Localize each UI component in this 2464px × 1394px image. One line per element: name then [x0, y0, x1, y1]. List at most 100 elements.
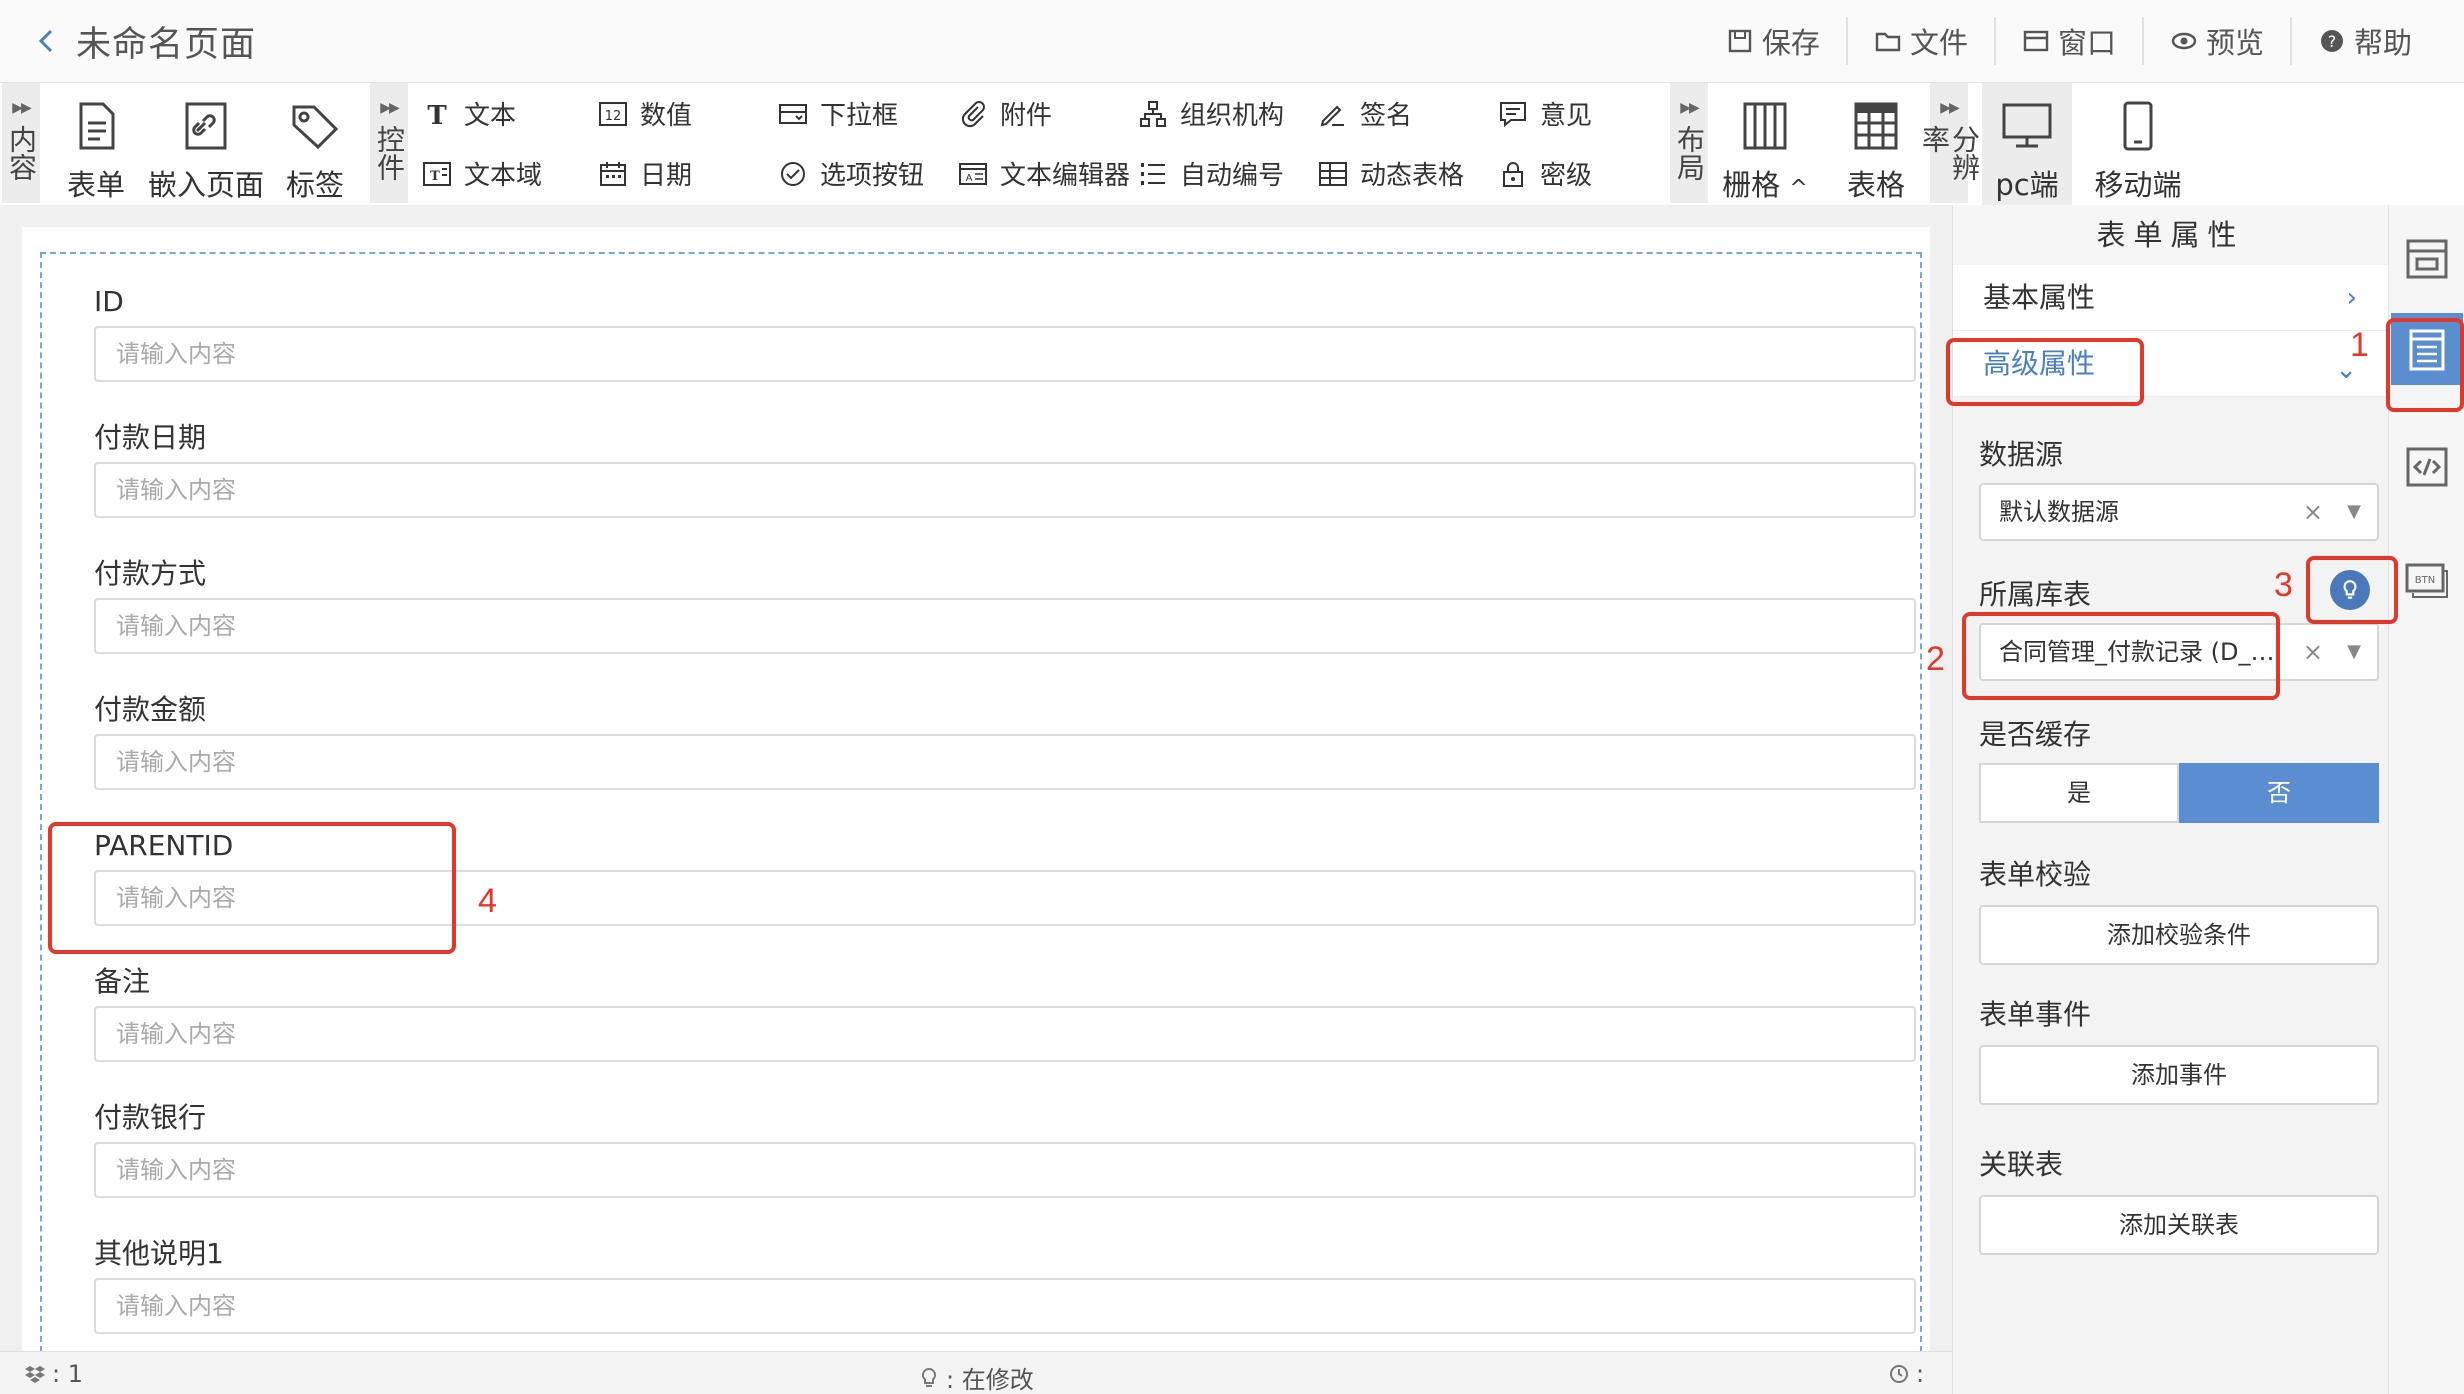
comment-icon	[1500, 101, 1526, 127]
field-label: 付款银行	[94, 1101, 207, 1134]
control-signature[interactable]: 签名	[1318, 95, 1412, 132]
control-dropdown[interactable]: 下拉框	[778, 95, 898, 132]
field-input[interactable]: 请输入内容	[94, 1142, 1916, 1198]
form-field-id[interactable]: ID 请输入内容	[94, 282, 1916, 382]
add-event-button[interactable]: 添加事件	[1979, 1045, 2379, 1105]
window-icon	[2023, 30, 2049, 52]
field-input[interactable]: 请输入内容	[94, 1278, 1916, 1334]
tab-controls[interactable]: ▶▶ 控件	[370, 83, 408, 203]
svg-text:T: T	[430, 169, 440, 184]
tab-layout[interactable]: ▶▶ 布局	[1670, 83, 1708, 203]
control-text-editor[interactable]: A 文本编辑器	[958, 155, 1130, 192]
control-security-level[interactable]: 密级	[1498, 155, 1592, 192]
control-attachment[interactable]: 附件	[958, 95, 1052, 132]
control-dropdown-label: 下拉框	[820, 101, 899, 131]
chevron-up-icon: ^	[1789, 176, 1808, 201]
paperclip-icon	[961, 100, 985, 127]
text-editor-icon: A	[959, 162, 987, 185]
tab-content[interactable]: ▶▶ 内容	[2, 83, 40, 203]
control-auto-number-label: 自动编号	[1180, 161, 1285, 191]
form-field-payment-date[interactable]: 付款日期 请输入内容	[94, 418, 1916, 518]
tool-tag[interactable]: 标签	[280, 83, 350, 205]
field-input[interactable]: 请输入内容	[94, 598, 1916, 654]
control-signature-label: 签名	[1360, 101, 1413, 131]
control-org[interactable]: 组织机构	[1138, 95, 1284, 132]
svg-text:T: T	[427, 101, 447, 129]
form-document-icon	[79, 102, 115, 150]
clear-icon[interactable]: ×	[2303, 485, 2323, 539]
button-component-icon[interactable]: BTN	[2403, 555, 2451, 603]
form-field-payment-amount[interactable]: 付款金额 请输入内容	[94, 690, 1916, 790]
control-date[interactable]: 日期	[598, 155, 692, 192]
file-button[interactable]: 文件	[1848, 11, 1994, 71]
control-text[interactable]: T 文本	[422, 95, 516, 132]
window-label: 窗口	[2057, 26, 2116, 60]
app-root: 未命名页面 保存 文件 窗口 预览 ? 帮助 ▶▶ 内容 表单 嵌入页面 标签 …	[0, 0, 2464, 1394]
code-icon[interactable]	[2403, 443, 2451, 491]
annotation-number-4: 4	[478, 882, 497, 920]
status-bar: : 1 : 在修改 :	[0, 1351, 1952, 1394]
status-count: : 1	[24, 1360, 83, 1388]
form-field-payment-method[interactable]: 付款方式 请输入内容	[94, 554, 1916, 654]
control-dynamic-table[interactable]: 动态表格	[1318, 155, 1464, 192]
tool-tag-label: 标签	[285, 168, 344, 202]
expand-arrows-icon: ▶▶	[380, 100, 399, 116]
add-validation-button[interactable]: 添加校验条件	[1979, 905, 2379, 965]
eye-icon	[2171, 32, 2197, 50]
form-field-remark[interactable]: 备注 请输入内容	[94, 962, 1916, 1062]
control-opinion-label: 意见	[1540, 101, 1593, 131]
datasource-select[interactable]: 默认数据源 × ▼	[1979, 483, 2379, 541]
caret-down-icon[interactable]: ▼	[2347, 485, 2361, 539]
caret-down-icon[interactable]: ▼	[2347, 625, 2361, 679]
validation-label: 表单校验	[1979, 858, 2092, 891]
back-arrow-icon[interactable]	[34, 28, 60, 54]
control-textarea[interactable]: T 文本域	[422, 155, 542, 192]
number-icon: 12	[599, 101, 627, 126]
field-label: 备注	[94, 965, 151, 998]
table-icon	[1854, 102, 1898, 150]
tab-controls-label: 控件	[373, 125, 406, 181]
save-button[interactable]: 保存	[1700, 11, 1846, 71]
annotation-number-2: 2	[1926, 640, 1945, 678]
field-label: 付款方式	[94, 557, 207, 590]
calendar-icon	[600, 161, 626, 186]
field-input[interactable]: 请输入内容	[94, 734, 1916, 790]
component-panel-icon[interactable]	[2403, 235, 2451, 283]
folder-icon	[1875, 32, 1901, 52]
tool-table-label: 表格	[1846, 168, 1905, 202]
field-input[interactable]: 请输入内容	[94, 326, 1916, 382]
numbered-list-icon	[1141, 162, 1165, 185]
field-input[interactable]: 请输入内容	[94, 1006, 1916, 1062]
tag-icon	[292, 105, 339, 150]
tool-form[interactable]: 表单	[56, 83, 136, 205]
cache-no-option[interactable]: 否	[2179, 763, 2379, 823]
field-input[interactable]: 请输入内容	[94, 462, 1916, 518]
tool-embed-page[interactable]: 嵌入页面	[146, 83, 266, 205]
control-option-button[interactable]: 选项按钮	[778, 155, 924, 192]
chevron-right-icon: ›	[2346, 283, 2357, 313]
dropdown-icon	[779, 103, 807, 124]
cache-yes-option[interactable]: 是	[1979, 763, 2179, 823]
help-button[interactable]: ? 帮助	[2292, 11, 2438, 71]
control-opinion[interactable]: 意见	[1498, 95, 1592, 132]
clear-icon[interactable]: ×	[2303, 625, 2323, 679]
tool-mobile[interactable]: 移动端	[2090, 83, 2186, 205]
tool-grid[interactable]: 栅格 ^	[1720, 83, 1810, 205]
tab-resolution[interactable]: ▶▶ 分辨率	[1918, 83, 1981, 203]
window-button[interactable]: 窗口	[1996, 11, 2142, 71]
annotation-box-table-select	[1962, 612, 2280, 700]
tool-pc[interactable]: pc端	[1982, 83, 2072, 205]
section-basic-properties[interactable]: 基本属性 ›	[1953, 265, 2389, 331]
cache-toggle: 是 否	[1979, 763, 2379, 823]
form-field-other-note-1[interactable]: 其他说明1 请输入内容	[94, 1234, 1916, 1334]
form-drop-area[interactable]: ID 请输入内容 付款日期 请输入内容 付款方式 请输入内容 付款金额 请输入内…	[40, 252, 1922, 1352]
form-field-payment-bank[interactable]: 付款银行 请输入内容	[94, 1098, 1916, 1198]
control-number[interactable]: 12 数值	[598, 95, 692, 132]
control-text-label: 文本	[464, 101, 517, 131]
control-auto-number[interactable]: 自动编号	[1138, 155, 1284, 192]
annotation-box-form-tab	[2386, 318, 2464, 412]
tool-table[interactable]: 表格	[1838, 83, 1914, 205]
add-relation-button[interactable]: 添加关联表	[1979, 1195, 2379, 1255]
preview-button[interactable]: 预览	[2144, 11, 2290, 71]
header-actions: 保存 文件 窗口 预览 ? 帮助	[1700, 0, 2438, 83]
